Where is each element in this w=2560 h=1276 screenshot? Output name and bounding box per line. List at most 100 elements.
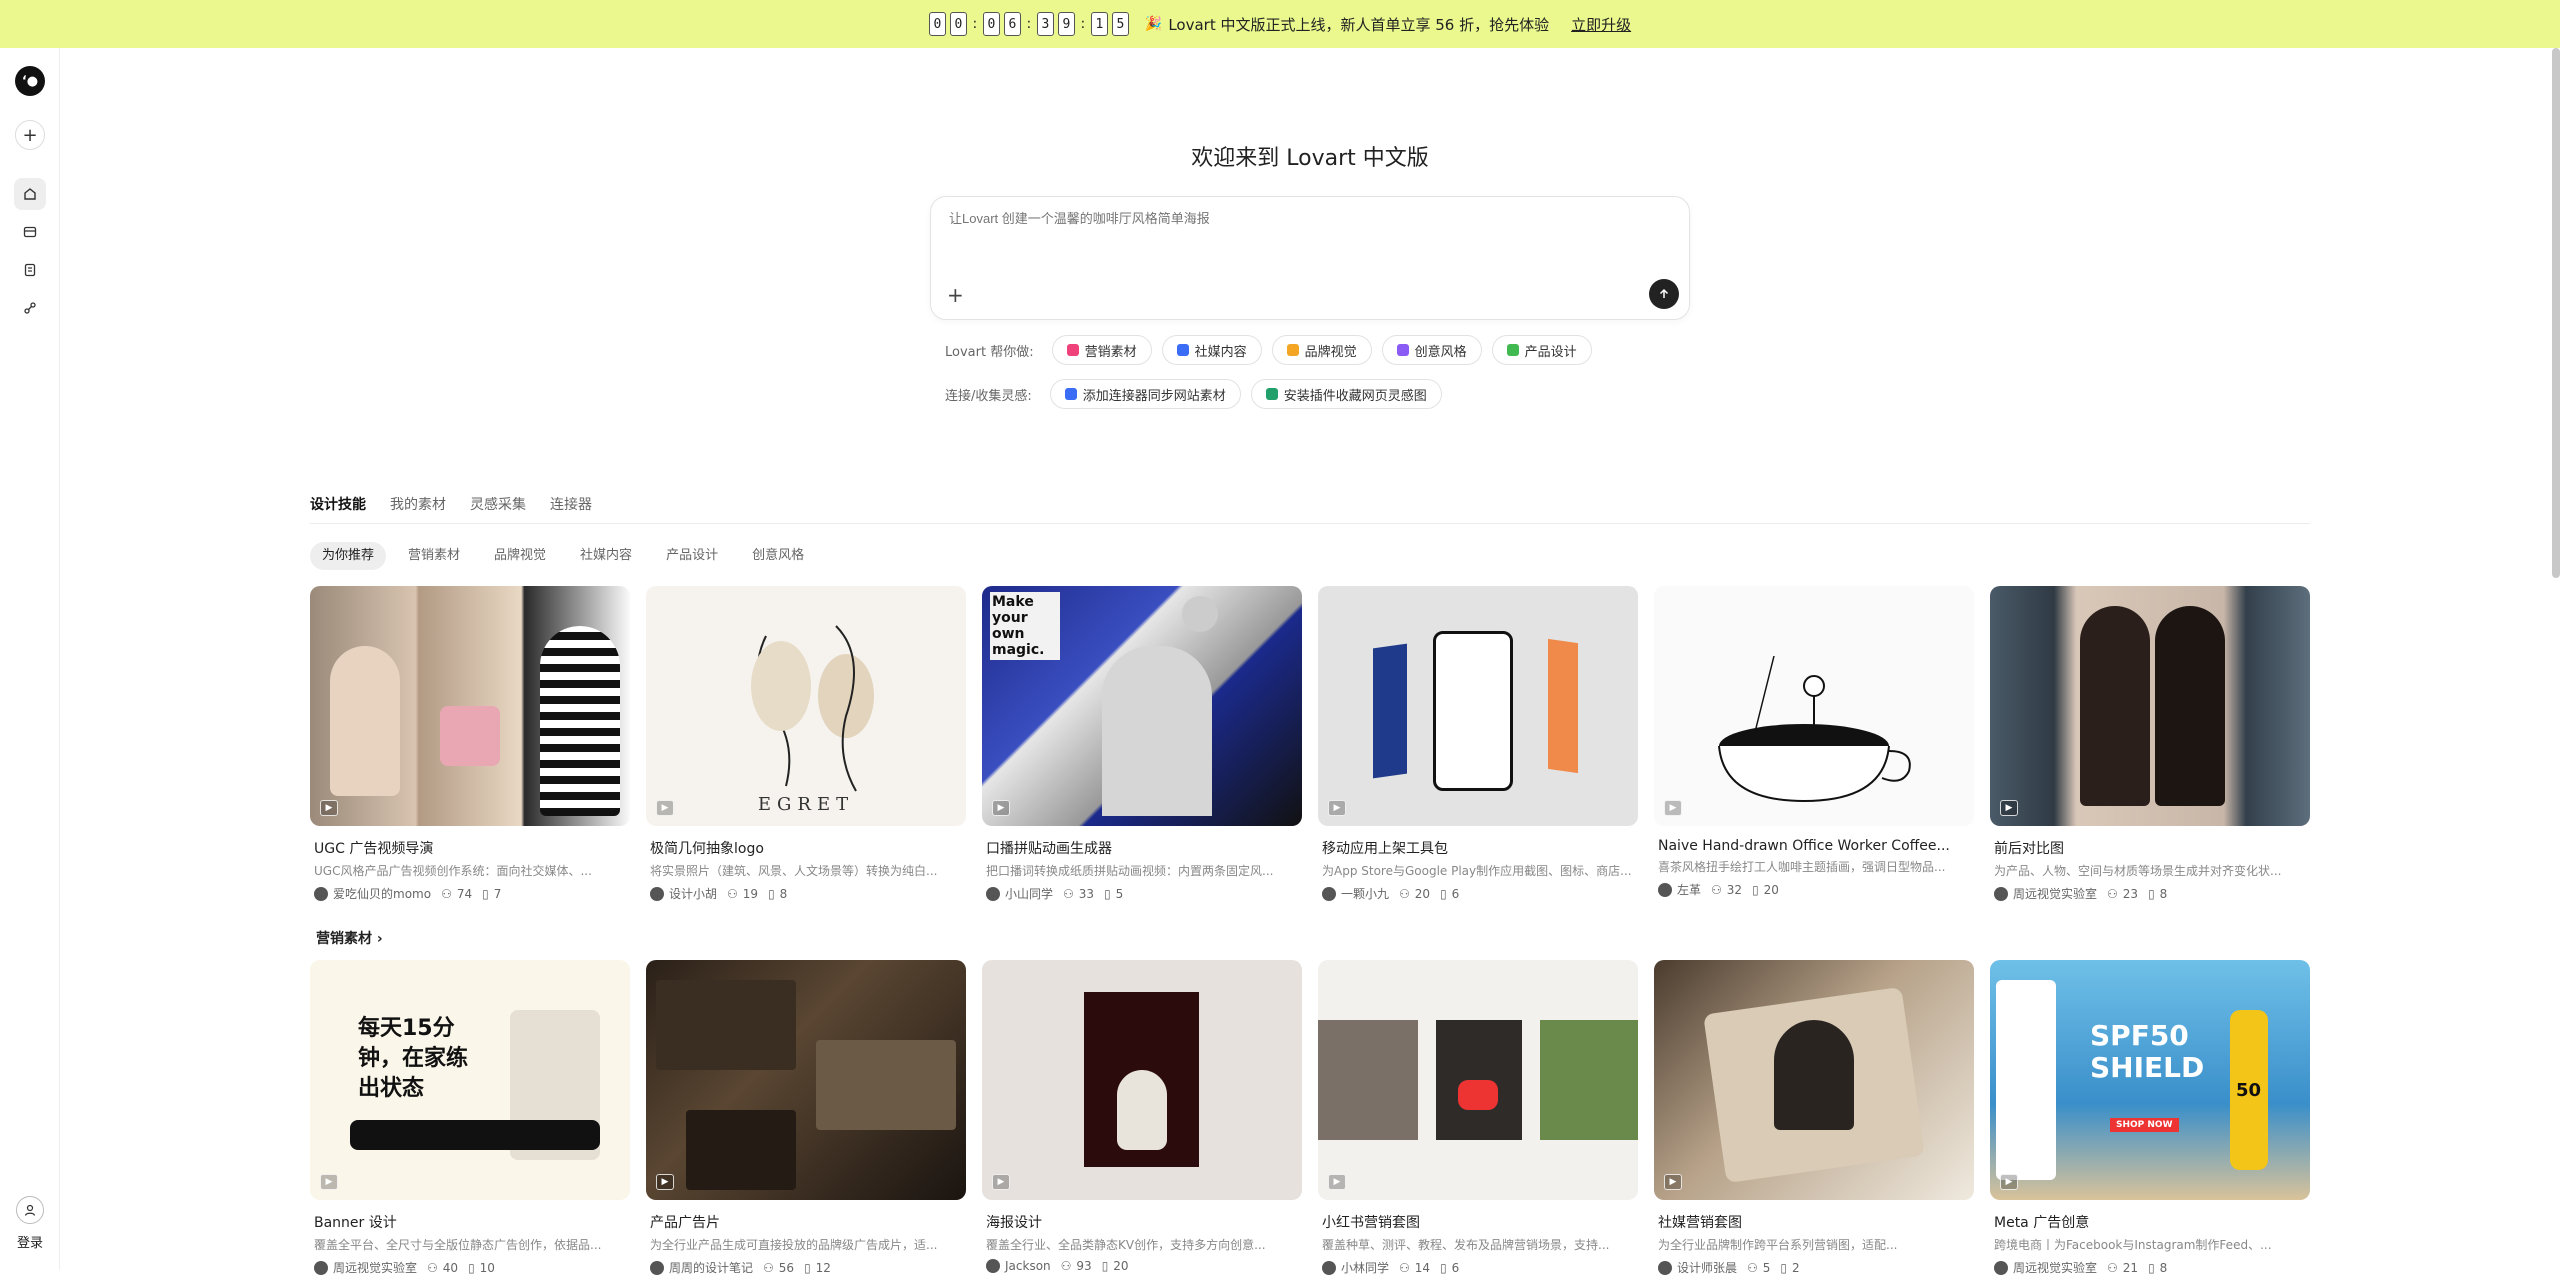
- card-thumbnail[interactable]: ▶: [1990, 586, 2310, 826]
- card-title: 口播拼贴动画生成器: [986, 841, 1112, 857]
- bookmark-icon: ▯: [1101, 1259, 1109, 1273]
- card-thumbnail[interactable]: ▶: [1318, 960, 1638, 1200]
- author-name[interactable]: 周远视觉实验室: [2013, 1259, 2097, 1276]
- chip-label: 安装插件收藏网页灵感图: [1283, 388, 1427, 404]
- users-icon: ⚇: [427, 1260, 438, 1275]
- tab-3[interactable]: 连接器: [550, 494, 592, 523]
- card-thumbnail[interactable]: SPF50 SHIELD SHOP NOW 50 ▶: [1990, 960, 2310, 1200]
- tab-0[interactable]: 设计技能: [310, 494, 366, 523]
- chip-help-row-3[interactable]: 创意风格: [1381, 335, 1482, 365]
- skill-card[interactable]: 每天15分钟，在家练出状态 ▶ Banner 设计 覆盖全平台、全尺寸与全版位静态广告…: [310, 960, 630, 1276]
- card-thumbnail[interactable]: ▶: [1654, 960, 1974, 1200]
- prompt-input[interactable]: [949, 211, 1649, 226]
- skill-card[interactable]: ▶ 社媒营销套图 为全行业品牌制作跨平台系列营销图，适配... 设计师张晨 ⚇ 5 ▯ 2: [1654, 960, 1974, 1276]
- bookmark-icon: ▯: [1440, 886, 1447, 901]
- chip-connect-row-1[interactable]: 安装插件收藏网页灵感图: [1250, 379, 1442, 409]
- author-avatar: [650, 886, 664, 901]
- tab-2[interactable]: 灵感采集: [470, 494, 526, 523]
- card-meta: 小山同学 ⚇ 33 ▯ 5: [982, 885, 1302, 902]
- card-thumbnail[interactable]: EGRET ▶: [646, 586, 966, 826]
- subtab-4[interactable]: 产品设计: [654, 542, 730, 570]
- card-title: Banner 设计: [314, 1215, 397, 1231]
- skill-card[interactable]: ▶ UGC 广告视频导演 UGC风格产品广告视频创作系统：面向社交媒体、... 爱吃仙…: [310, 586, 630, 902]
- document-icon[interactable]: [14, 254, 46, 286]
- card-title: 移动应用上架工具包: [1322, 841, 1448, 857]
- card-description: UGC风格产品广告视频创作系统：面向社交媒体、...: [314, 864, 592, 878]
- author-name[interactable]: 周远视觉实验室: [333, 1259, 417, 1276]
- users-icon: ⚇: [763, 1260, 774, 1275]
- users-count: 5: [1762, 1260, 1771, 1275]
- media-type-icon: ▶: [2000, 1174, 2018, 1190]
- author-name[interactable]: 周远视觉实验室: [2013, 885, 2097, 902]
- login-link[interactable]: 登录: [0, 1232, 60, 1251]
- folder-icon[interactable]: [14, 216, 46, 248]
- card-thumbnail[interactable]: Make your own magic. ▶: [982, 586, 1302, 826]
- media-type-icon: ▶: [656, 800, 674, 816]
- users-count: 74: [456, 886, 473, 901]
- card-description: 将实景照片（建筑、风景、人文场景等）转换为纯白...: [650, 864, 938, 878]
- card-thumbnail[interactable]: ▶: [310, 586, 630, 826]
- saves-count: 12: [815, 1260, 831, 1275]
- add-attachment-button[interactable]: +: [947, 283, 964, 307]
- saves-count: 20: [1113, 1259, 1129, 1273]
- countdown-digit: 5: [1111, 12, 1129, 36]
- countdown-separator: :: [972, 16, 978, 32]
- author-name[interactable]: 设计小胡: [669, 885, 717, 902]
- page-scrollbar[interactable]: [2552, 48, 2560, 578]
- skill-card[interactable]: ▶ 小红书营销套图 覆盖种草、测评、教程、发布及品牌营销场景，支持... 小林同学 ⚇ 1…: [1318, 960, 1638, 1276]
- saves-count: 8: [779, 886, 788, 901]
- subtab-2[interactable]: 品牌视觉: [482, 542, 558, 570]
- card-thumbnail[interactable]: ▶: [1654, 586, 1974, 826]
- send-button[interactable]: [1649, 279, 1679, 309]
- users-count: 21: [2122, 1260, 2139, 1275]
- upgrade-link[interactable]: 立即升级: [1571, 14, 1631, 35]
- author-name[interactable]: 小山同学: [1005, 885, 1053, 902]
- author-name[interactable]: 周周的设计笔记: [669, 1259, 753, 1276]
- bookmark-icon: ▯: [1752, 882, 1759, 897]
- skill-card[interactable]: ▶ 产品广告片 为全行业产品生成可直接投放的品牌级广告成片，适... 周周的设计笔记 ⚇…: [646, 960, 966, 1276]
- author-name[interactable]: 一颗小九: [1341, 885, 1389, 902]
- skill-card[interactable]: ▶ 海报设计 覆盖全行业、全品类静态KV创作，支持多方向创意... Jackson ⚇ 9…: [982, 960, 1302, 1276]
- skill-card[interactable]: Make your own magic. ▶ 口播拼贴动画生成器 把口播词转换成纸质拼…: [982, 586, 1302, 902]
- main-tabs: 设计技能 我的素材 灵感采集 连接器: [310, 494, 2310, 524]
- chip-help-row-1[interactable]: 社媒内容: [1161, 335, 1262, 365]
- author-name[interactable]: 左革: [1677, 881, 1701, 898]
- home-icon[interactable]: [14, 178, 46, 210]
- media-type-icon: ▶: [992, 1174, 1010, 1190]
- users-count: 19: [742, 886, 759, 901]
- subtab-1[interactable]: 营销素材: [396, 542, 472, 570]
- author-name[interactable]: Jackson: [1005, 1259, 1051, 1273]
- chip-help-row-0[interactable]: 营销素材: [1051, 335, 1152, 365]
- author-name[interactable]: 爱吃仙贝的momo: [333, 885, 431, 902]
- chip-help-row-2[interactable]: 品牌视觉: [1271, 335, 1372, 365]
- chip-help-row-4[interactable]: 产品设计: [1491, 335, 1592, 365]
- chip-icon: [1176, 344, 1189, 356]
- card-thumbnail[interactable]: ▶: [982, 960, 1302, 1200]
- skill-card[interactable]: SPF50 SHIELD SHOP NOW 50 ▶ Meta 广告创意 跨境电商丨为Fa…: [1990, 960, 2310, 1276]
- card-thumbnail[interactable]: ▶: [646, 960, 966, 1200]
- subtab-5[interactable]: 创意风格: [740, 542, 816, 570]
- subtab-3[interactable]: 社媒内容: [568, 542, 644, 570]
- promo-text: Lovart 中文版正式上线，新人首单立享 56 折，抢先体验: [1168, 15, 1550, 34]
- author-name[interactable]: 设计师张晨: [1677, 1259, 1737, 1276]
- card-thumbnail[interactable]: ▶: [1318, 586, 1638, 826]
- card-title: 社媒营销套图: [1658, 1215, 1742, 1231]
- section-marketing-title[interactable]: 营销素材 ›: [316, 928, 383, 948]
- user-avatar-icon[interactable]: [16, 1196, 44, 1224]
- users-count: 23: [2122, 886, 2139, 901]
- card-thumbnail[interactable]: 每天15分钟，在家练出状态 ▶: [310, 960, 630, 1200]
- skill-card[interactable]: ▶ 前后对比图 为产品、人物、空间与材质等场景生成并对齐变化状... 周远视觉实验室 ⚇…: [1990, 586, 2310, 902]
- author-name[interactable]: 小林同学: [1341, 1259, 1389, 1276]
- skill-card[interactable]: EGRET ▶ 极简几何抽象logo 将实景照片（建筑、风景、人文场景等）转换为纯白.…: [646, 586, 966, 902]
- card-description: 为App Store与Google Play制作应用截图、图标、商店...: [1322, 864, 1632, 878]
- users-icon: ⚇: [441, 886, 452, 901]
- chip-connect-row-0[interactable]: 添加连接器同步网站素材: [1049, 379, 1241, 409]
- lovart-logo-icon[interactable]: ʻ●: [15, 66, 45, 96]
- skill-card[interactable]: ▶ 移动应用上架工具包为App Store与Google Play制作应用截图、图…: [1318, 586, 1638, 902]
- skill-card[interactable]: ▶ Naive Hand-drawn Office Worker Coffee..…: [1654, 586, 1974, 902]
- card-title: 产品广告片: [650, 1215, 720, 1231]
- subtab-0[interactable]: 为你推荐: [310, 542, 387, 570]
- connector-icon[interactable]: [14, 292, 46, 324]
- tab-1[interactable]: 我的素材: [390, 494, 446, 523]
- help-row: Lovart 帮你做: 营销素材 社媒内容 品牌视觉 创意风格 产品设计: [945, 335, 1592, 365]
